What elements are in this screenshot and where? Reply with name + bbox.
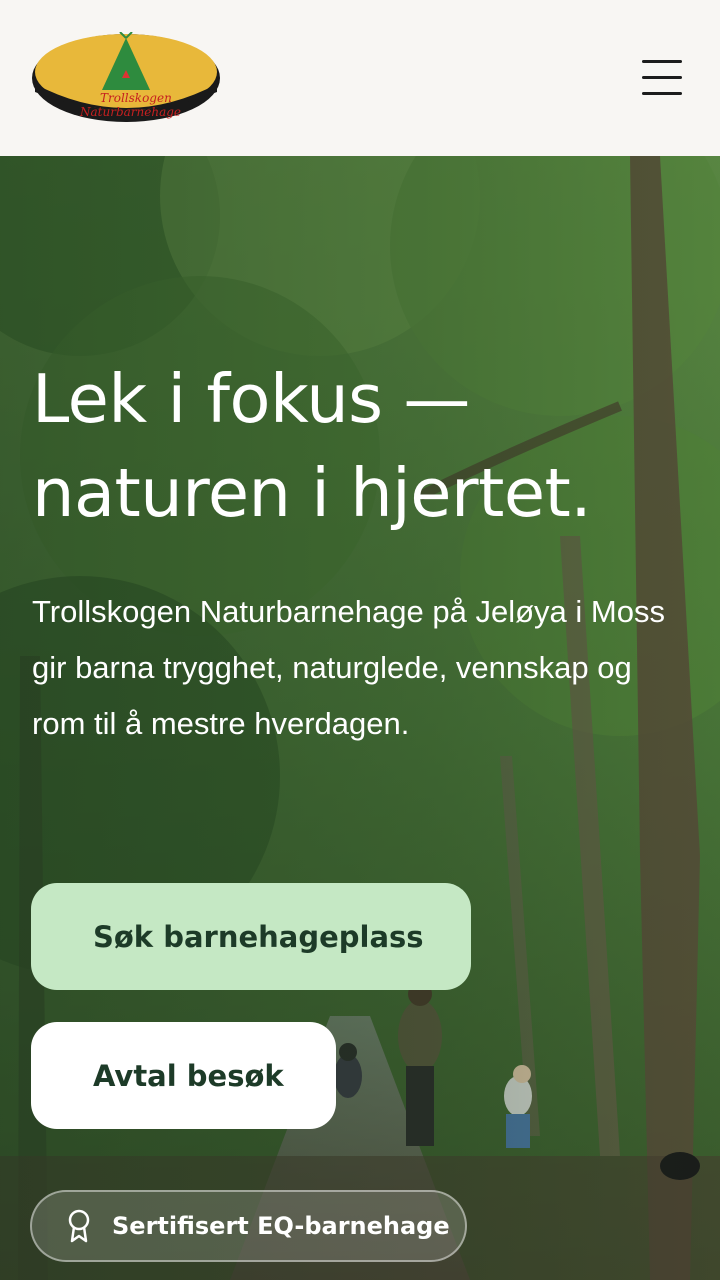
menu-button[interactable] [638, 56, 686, 98]
headline-line-2: naturen i hjertet. [32, 454, 592, 532]
svg-text:Trollskogen: Trollskogen [100, 91, 172, 105]
award-ribbon-icon [68, 1209, 90, 1243]
hamburger-menu-icon-bar [642, 76, 682, 79]
hero-section: Lek i fokus — naturen i hjertet. Trollsk… [0, 156, 720, 1280]
hamburger-menu-icon [642, 60, 682, 63]
site-header: Trollskogen Naturbarnehage [0, 0, 720, 156]
apply-for-place-button[interactable]: Søk barnehageplass [31, 883, 471, 990]
book-visit-button[interactable]: Avtal besøk [31, 1022, 336, 1129]
trollskogen-logo[interactable]: Trollskogen Naturbarnehage [30, 32, 222, 124]
hamburger-menu-icon-bar [642, 92, 682, 95]
headline-line-1: Lek i fokus — [32, 360, 470, 438]
eq-certified-label: Sertifisert EQ-barnehage [112, 1212, 450, 1240]
eq-certified-badge[interactable]: Sertifisert EQ-barnehage [30, 1190, 467, 1262]
svg-text:Naturbarnehage: Naturbarnehage [79, 105, 181, 119]
hero-headline: Lek i fokus — naturen i hjertet. [32, 352, 702, 540]
hero-lead-text: Trollskogen Naturbarnehage på Jeløya i M… [32, 594, 665, 741]
